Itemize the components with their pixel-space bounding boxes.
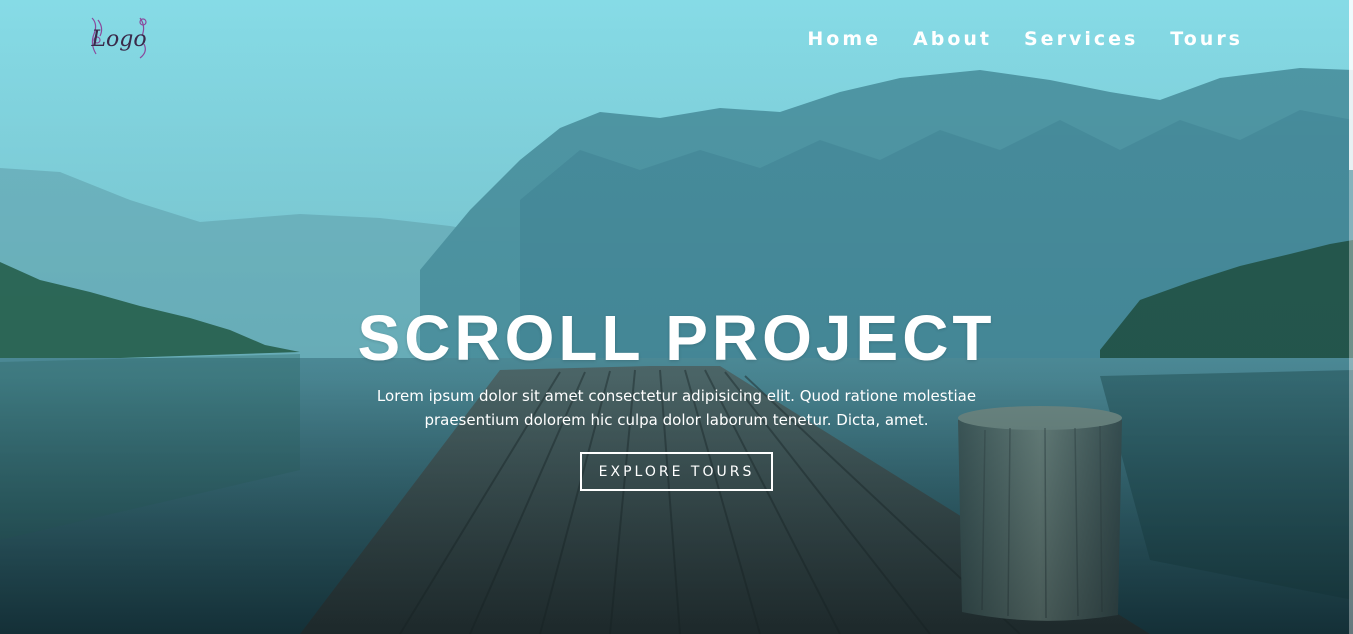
page-title: SCROLL PROJECT: [357, 302, 996, 374]
explore-tours-button[interactable]: EXPLORE TOURS: [580, 452, 773, 491]
nav-link-services[interactable]: Services: [1024, 28, 1138, 50]
svg-text:Logo: Logo: [90, 27, 146, 52]
nav-link-tours[interactable]: Tours: [1170, 28, 1243, 50]
hero-section: Logo Home About Services Tours SCROLL PR…: [0, 0, 1353, 634]
nav-link-home[interactable]: Home: [807, 28, 881, 50]
logo-icon[interactable]: Logo: [88, 14, 150, 62]
hero-banner: SCROLL PROJECT Lorem ipsum dolor sit ame…: [0, 302, 1353, 491]
nav-link-about[interactable]: About: [913, 28, 992, 50]
nav-links: Home About Services Tours: [807, 28, 1243, 50]
navbar: Logo Home About Services Tours: [0, 0, 1353, 80]
banner-description: Lorem ipsum dolor sit amet consectetur a…: [376, 387, 977, 429]
